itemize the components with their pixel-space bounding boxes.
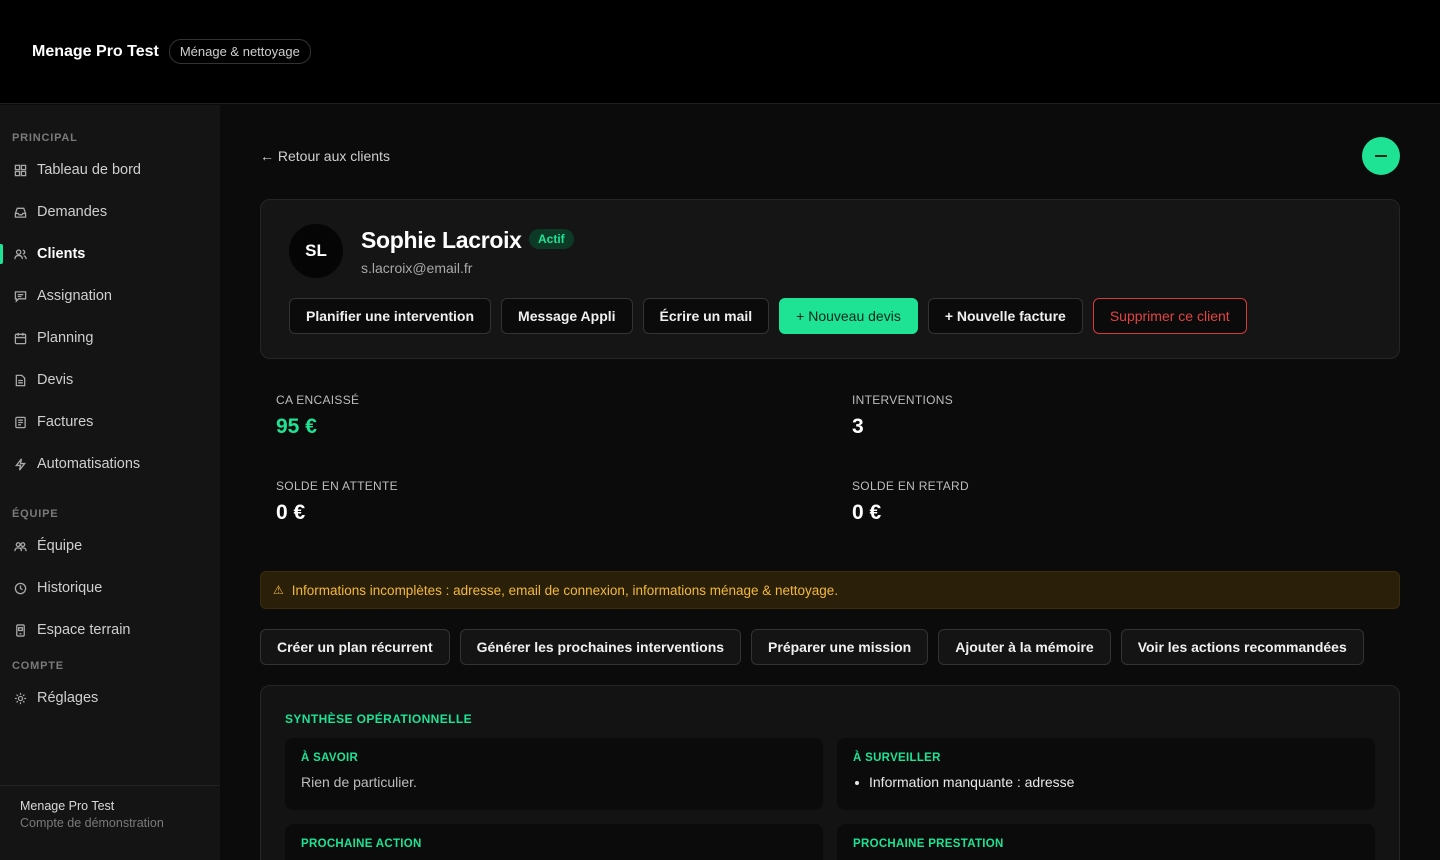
stat-label: SOLDE EN RETARD [852, 479, 969, 493]
bolt-icon [14, 458, 27, 471]
business-type-tag: Ménage & nettoyage [168, 39, 311, 64]
panel-title: PROCHAINE ACTION [301, 838, 422, 850]
users-icon [14, 248, 27, 261]
section-label-principal: PRINCIPAL [12, 132, 78, 144]
back-to-clients-link[interactable]: ← Retour aux clients [260, 148, 390, 164]
collapse-button[interactable] [1362, 137, 1400, 175]
sidebar-item-label: Espace terrain [37, 622, 131, 638]
sidebar: PRINCIPAL Tableau de bord Demandes Clien… [0, 105, 220, 860]
sidebar-item-automatisations[interactable]: Automatisations [0, 448, 220, 480]
calendar-icon [14, 332, 27, 345]
new-invoice-button[interactable]: + Nouvelle facture [927, 298, 1083, 334]
sidebar-item-planning[interactable]: Planning [0, 322, 220, 354]
stat-value: 95 € [276, 415, 317, 438]
delete-client-button[interactable]: Supprimer ce client [1092, 298, 1247, 334]
account-subtitle: Compte de démonstration [20, 816, 164, 830]
sidebar-item-devis[interactable]: Devis [0, 364, 220, 396]
sidebar-item-label: Tableau de bord [37, 162, 141, 178]
sidebar-item-assignation[interactable]: Assignation [0, 280, 220, 312]
warning-text: Informations incomplètes : adresse, emai… [291, 582, 839, 598]
stat-value: 3 [852, 415, 864, 438]
section-label-equipe: ÉQUIPE [12, 508, 59, 520]
stat-interventions: INTERVENTIONS 3 [852, 393, 953, 439]
panel-text: Rien de particulier. [301, 774, 417, 790]
panel-a-surveiller: À SURVEILLER Information manquante : adr… [837, 738, 1375, 810]
stat-label: CA ENCAISSÉ [276, 393, 360, 407]
warning-icon: ⚠ [273, 583, 284, 597]
panel-a-savoir: À SAVOIR Rien de particulier. [285, 738, 823, 810]
sidebar-item-equipe[interactable]: Équipe [0, 530, 220, 562]
sidebar-item-label: Clients [37, 246, 86, 262]
stat-value: 0 € [276, 501, 306, 524]
panel-title: PROCHAINE PRESTATION [853, 838, 1004, 850]
brand-name[interactable]: Menage Pro Test [32, 43, 159, 61]
sidebar-item-label: Demandes [37, 204, 108, 220]
document-icon [14, 374, 27, 387]
client-actions: Planifier une intervention Message Appli… [289, 298, 1247, 334]
generate-interventions-button[interactable]: Générer les prochaines interventions [459, 629, 742, 665]
panel-prochaine-prestation: PROCHAINE PRESTATION [837, 824, 1375, 860]
stat-ca-encaisse: CA ENCAISSÉ 95 € [276, 393, 359, 439]
main-content: ← Retour aux clients SL Sophie Lacroix A… [220, 105, 1440, 860]
client-name: Sophie Lacroix [361, 227, 522, 253]
watch-list: Information manquante : adresse [853, 774, 1359, 790]
status-badge: Actif [529, 229, 574, 249]
add-to-memory-button[interactable]: Ajouter à la mémoire [938, 629, 1111, 665]
sidebar-item-reglages[interactable]: Réglages [0, 682, 220, 714]
gear-icon [14, 692, 27, 705]
team-icon [14, 540, 27, 553]
sidebar-item-factures[interactable]: Factures [0, 406, 220, 438]
sidebar-item-tableau-de-bord[interactable]: Tableau de bord [0, 154, 220, 186]
client-profile-card: SL Sophie Lacroix Actif s.lacroix@email.… [260, 199, 1400, 359]
minus-icon [1375, 155, 1387, 157]
message-icon [14, 290, 27, 303]
phone-icon [14, 623, 27, 637]
new-quote-button[interactable]: + Nouveau devis [779, 298, 918, 334]
synthesis-title: SYNTHÈSE OPÉRATIONNELLE [285, 712, 472, 726]
sidebar-item-label: Historique [37, 580, 103, 596]
section-label-compte: COMPTE [12, 660, 64, 672]
panel-title: À SAVOIR [301, 752, 359, 764]
write-mail-button[interactable]: Écrire un mail [642, 298, 770, 334]
account-name: Menage Pro Test [20, 799, 115, 813]
sidebar-item-label: Planning [37, 330, 94, 346]
clock-icon [14, 582, 27, 595]
recommended-actions-button[interactable]: Voir les actions recommandées [1120, 629, 1364, 665]
sidebar-item-label: Automatisations [37, 456, 141, 472]
quick-actions: Créer un plan récurrent Générer les proc… [260, 629, 1364, 665]
sidebar-item-clients[interactable]: Clients [0, 238, 220, 270]
avatar: SL [289, 224, 343, 278]
account-footer[interactable]: Menage Pro Test Compte de démonstration [0, 785, 220, 860]
invoice-icon [14, 416, 27, 429]
client-email: s.lacroix@email.fr [361, 260, 473, 276]
sidebar-item-label: Réglages [37, 690, 99, 706]
stat-label: SOLDE EN ATTENTE [276, 479, 398, 493]
inbox-icon [14, 206, 27, 219]
grid-icon [14, 164, 27, 177]
sidebar-item-label: Factures [37, 414, 94, 430]
sidebar-item-demandes[interactable]: Demandes [0, 196, 220, 228]
sidebar-item-espace-terrain[interactable]: Espace terrain [0, 614, 220, 646]
incomplete-info-warning: ⚠ Informations incomplètes : adresse, em… [260, 571, 1400, 609]
operational-synthesis-card: SYNTHÈSE OPÉRATIONNELLE À SAVOIR Rien de… [260, 685, 1400, 860]
message-app-button[interactable]: Message Appli [501, 298, 633, 334]
stat-value: 0 € [852, 501, 882, 524]
sidebar-item-label: Équipe [37, 538, 83, 554]
create-recurring-plan-button[interactable]: Créer un plan récurrent [260, 629, 450, 665]
stat-solde-retard: SOLDE EN RETARD 0 € [852, 479, 969, 525]
sidebar-item-historique[interactable]: Historique [0, 572, 220, 604]
top-header: Menage Pro Test Ménage & nettoyage [0, 0, 1440, 104]
plan-intervention-button[interactable]: Planifier une intervention [289, 298, 492, 334]
stat-label: INTERVENTIONS [852, 393, 954, 407]
stat-solde-attente: SOLDE EN ATTENTE 0 € [276, 479, 398, 525]
sidebar-item-label: Assignation [37, 288, 112, 304]
panel-prochaine-action: PROCHAINE ACTION [285, 824, 823, 860]
sidebar-item-label: Devis [37, 372, 74, 388]
prepare-mission-button[interactable]: Préparer une mission [751, 629, 929, 665]
list-item: Information manquante : adresse [853, 774, 1359, 790]
panel-title: À SURVEILLER [853, 752, 941, 764]
